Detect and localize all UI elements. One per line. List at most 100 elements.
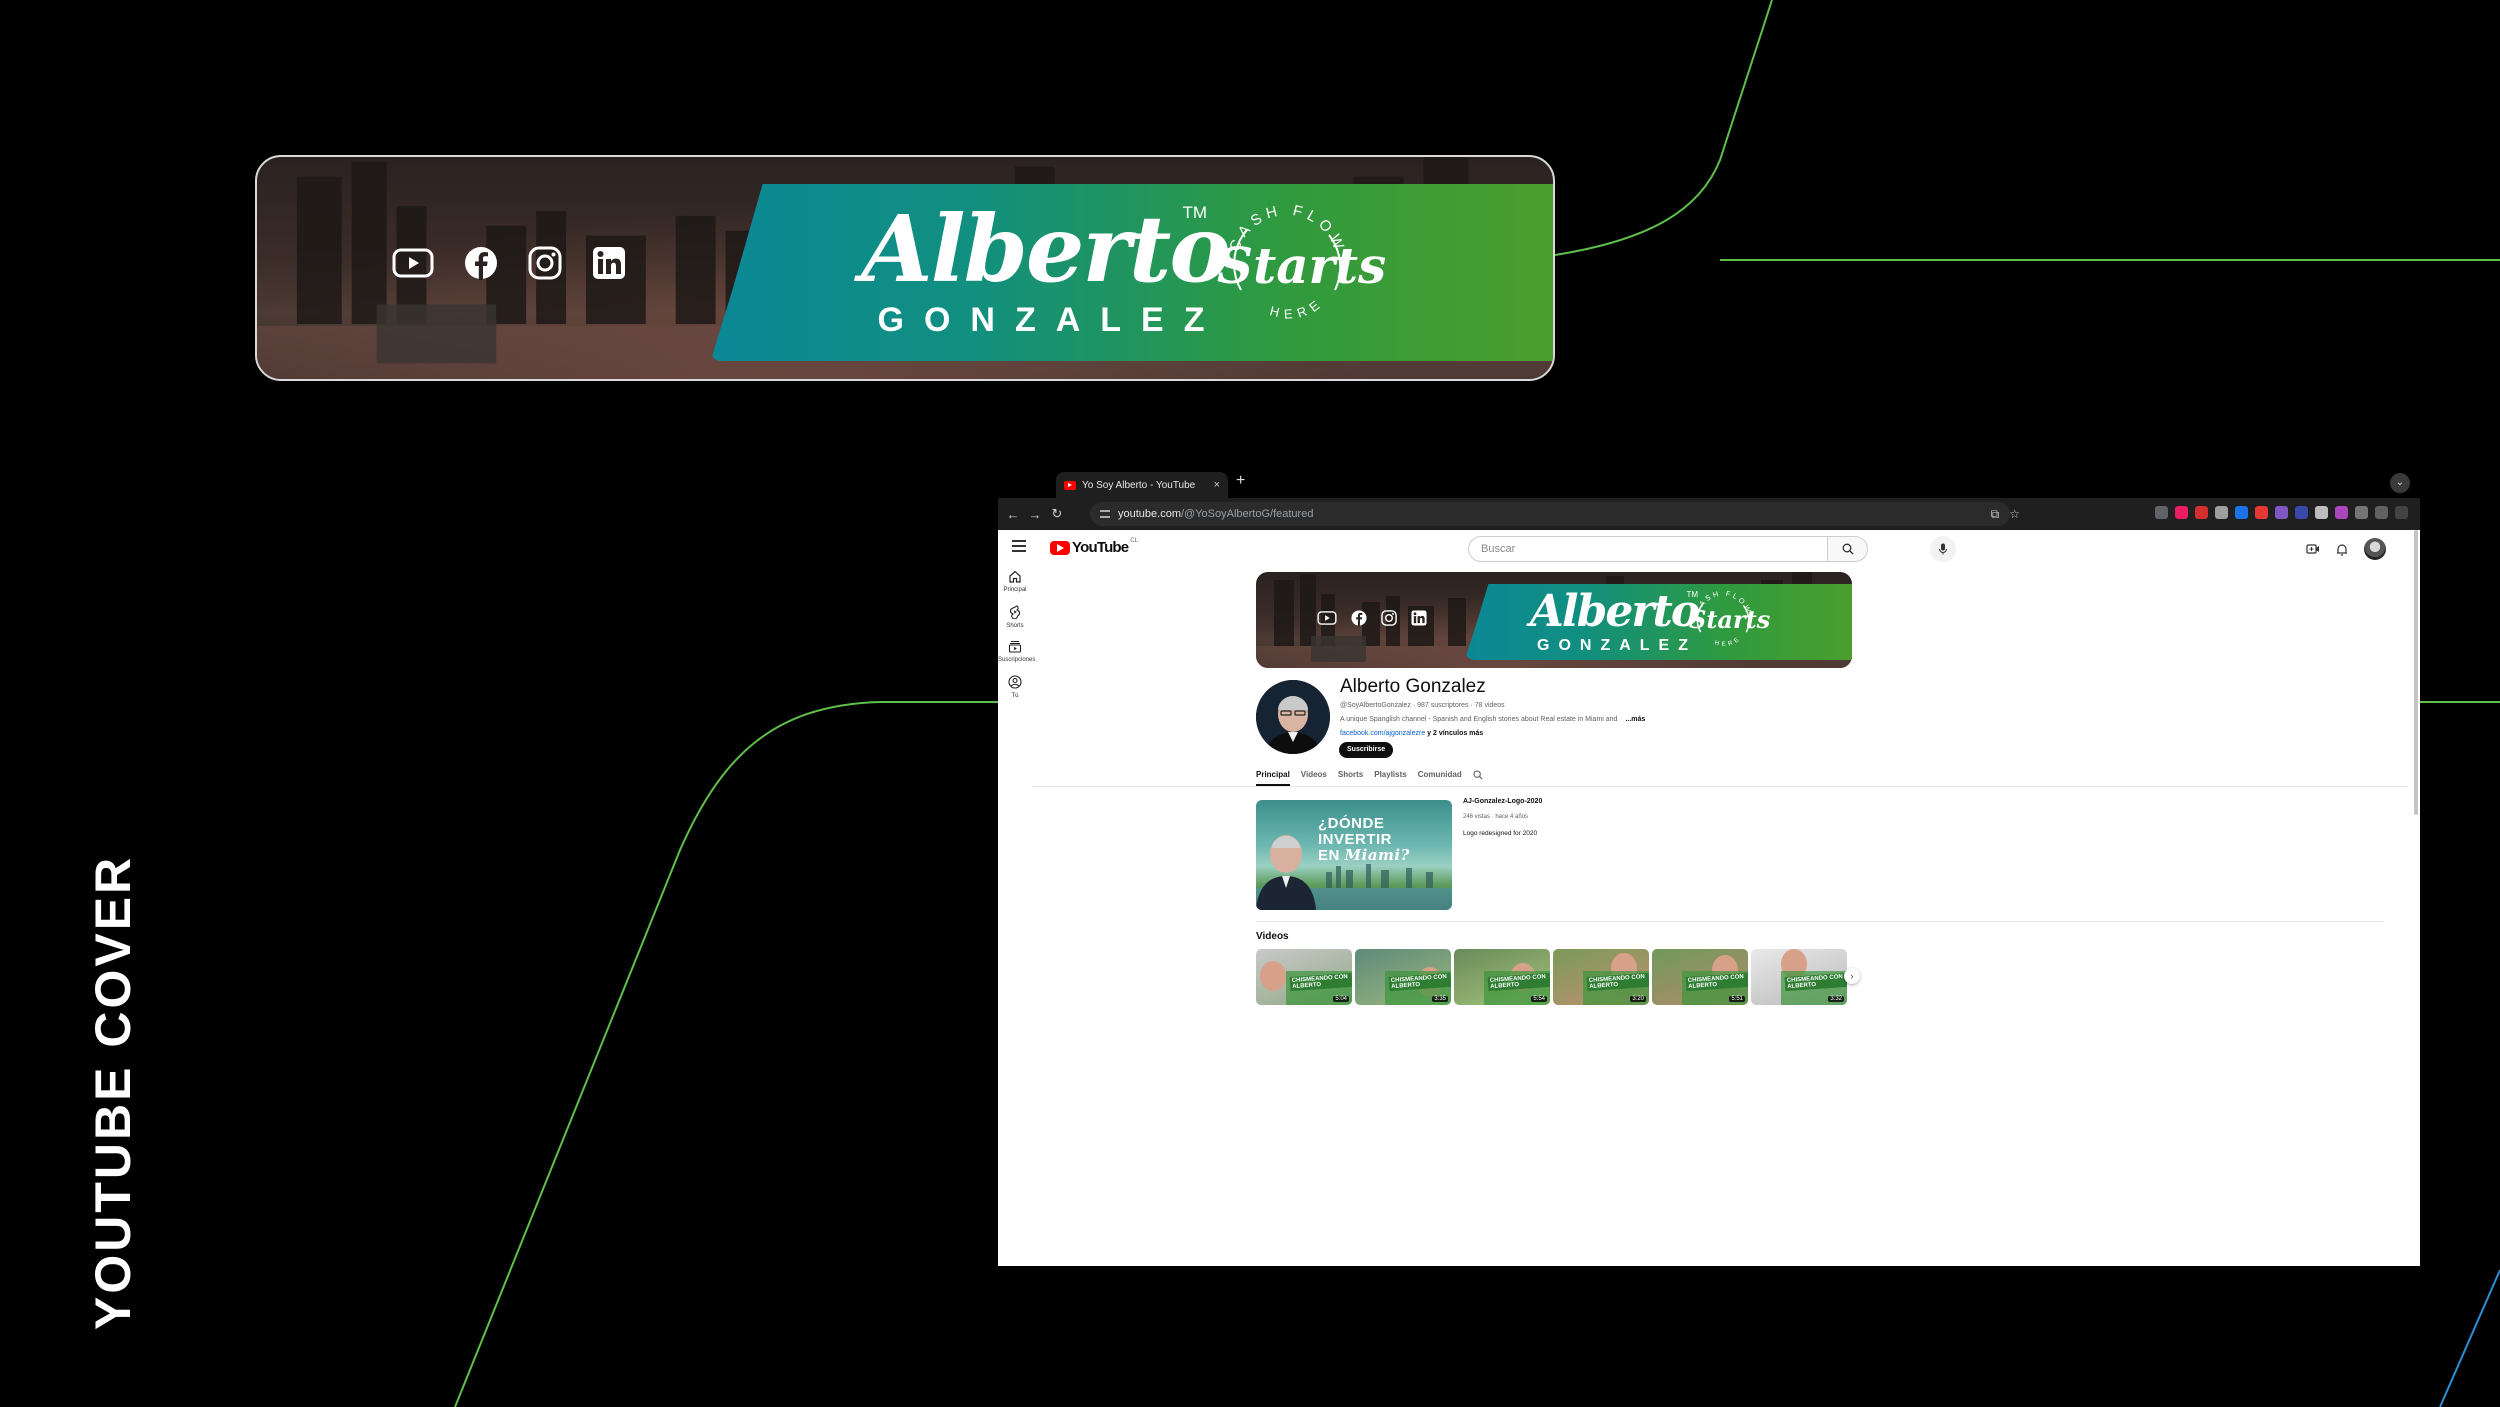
search-icon [1842, 543, 1853, 555]
browser-menu-icon[interactable] [2395, 506, 2408, 519]
address-bar[interactable]: youtube.com/@YoSoyAlbertoG/featured [1090, 502, 2010, 526]
featured-video-title[interactable]: AJ-Gonzalez-Logo-2020 [1463, 798, 1542, 805]
youtube-cover-banner: Alberto TM GONZALEZ CASH FLOW HERE Start… [255, 155, 1555, 381]
channel-avatar[interactable] [1256, 680, 1330, 754]
tab-playlists[interactable]: Playlists [1374, 770, 1406, 786]
extension-icon[interactable] [2155, 506, 2168, 519]
close-tab-icon[interactable]: × [1214, 479, 1220, 491]
facebook-link[interactable]: facebook.com/ajgonzalezre [1340, 730, 1425, 737]
channel-description[interactable]: A unique Spanglish channel - Spanish and… [1340, 716, 1645, 723]
menu-icon[interactable] [1012, 540, 1026, 552]
video-duration: 5:54 [1531, 996, 1547, 1002]
youtube-logo[interactable]: YouTube CL [1050, 537, 1139, 556]
extension-icon[interactable] [2175, 506, 2188, 519]
search-button[interactable] [1828, 536, 1868, 562]
address-actions: ⧉ ☆ [1991, 507, 2020, 522]
youtube-icon [392, 248, 434, 278]
channel-banner: Alberto TM GONZALEZ CASH FLOW HERE Start… [1256, 572, 1852, 668]
tab-principal[interactable]: Principal [1256, 770, 1290, 786]
featured-video-meta: 246 vistas · hace 4 años [1463, 814, 1529, 820]
section-divider [1256, 921, 2384, 922]
country-code: CL [1130, 537, 1139, 544]
youtube-favicon-icon [1064, 480, 1076, 490]
channel-search-icon[interactable] [1473, 770, 1483, 780]
featured-video-description: Logo redesigned for 2020 [1463, 830, 1538, 837]
extension-icon[interactable] [2295, 506, 2308, 519]
microphone-icon [1939, 543, 1947, 555]
video-thumbnail[interactable]: CHISMEANDO CON ALBERTO 3:35 [1355, 949, 1451, 1005]
tab-title: Yo Soy Alberto - YouTube [1082, 479, 1196, 491]
more-links-text[interactable]: y 2 vínculos más [1425, 730, 1483, 737]
tab-strip: Yo Soy Alberto - YouTube × + ⌄ [998, 468, 2420, 498]
profile-icon[interactable] [2375, 506, 2388, 519]
extension-icon[interactable] [2215, 506, 2228, 519]
youtube-play-icon [1050, 540, 1070, 555]
guide-item-shorts[interactable]: Shorts [998, 605, 1032, 629]
voice-search-button[interactable] [1930, 536, 1956, 562]
video-thumbnail[interactable]: CHISMEANDO CON ALBERTO 3:20 [1553, 949, 1649, 1005]
featured-video-thumbnail[interactable]: ¿DÓNDE INVERTIR EN Miami? [1256, 800, 1452, 910]
subscribe-button[interactable]: Suscribirse [1339, 742, 1394, 758]
extensions-puzzle-icon[interactable] [2355, 506, 2368, 519]
svg-text:HERE: HERE [1714, 635, 1743, 648]
extension-icon[interactable] [2195, 506, 2208, 519]
guide-label: Tú [1011, 693, 1019, 699]
brand-logo: Alberto TM GONZALEZ [845, 203, 1245, 337]
guide-item-tu[interactable]: Tú [998, 675, 1032, 699]
extension-icon[interactable] [2315, 506, 2328, 519]
bookmark-star-icon[interactable]: ☆ [2009, 507, 2020, 522]
channel-name: Alberto Gonzalez [1340, 676, 1486, 697]
brand-last-name: GONZALEZ [877, 301, 1225, 339]
page-scrollbar[interactable] [2414, 530, 2418, 815]
forward-icon[interactable]: → [1024, 507, 1046, 522]
linkedin-icon[interactable] [1411, 610, 1427, 626]
videos-section-title[interactable]: Videos [1256, 931, 1289, 942]
thumbnail-face [1260, 961, 1286, 991]
shelf-next-button[interactable]: › [1844, 968, 1860, 984]
more-link[interactable]: ...más [1625, 716, 1645, 723]
seal-starts-text: Starts [1689, 605, 1771, 634]
social-icons [1317, 610, 1427, 626]
back-icon[interactable]: ← [1002, 507, 1024, 522]
tabs-divider [1032, 786, 2408, 787]
extension-icon[interactable] [2255, 506, 2268, 519]
install-icon[interactable]: ⧉ [1991, 507, 2000, 522]
seal-starts-text: Starts [1217, 236, 1387, 295]
tab-search-icon[interactable]: ⌄ [2390, 473, 2410, 493]
youtube-icon[interactable] [1317, 611, 1337, 625]
guide-item-suscripciones[interactable]: Suscripciones [998, 640, 1036, 663]
account-avatar[interactable] [2364, 538, 2386, 560]
cash-flow-seal: CASH FLOW HERE Starts [1689, 586, 1771, 654]
video-duration: 3:32 [1828, 996, 1844, 1002]
new-tab-button[interactable]: + [1236, 472, 1245, 490]
avatar-portrait [1256, 680, 1330, 754]
extensions-bar [2155, 506, 2408, 519]
site-info-icon[interactable] [1100, 510, 1110, 518]
facebook-icon[interactable] [1351, 610, 1367, 626]
youtube-masthead: YouTube CL Buscar [998, 530, 2420, 562]
shorts-icon [1009, 605, 1021, 619]
browser-tab[interactable]: Yo Soy Alberto - YouTube × [1056, 472, 1228, 498]
browser-toolbar: ← → ↻ youtube.com/@YoSoyAlbertoG/feature… [998, 498, 2420, 530]
brand-logo: Alberto TM GONZALEZ [1514, 590, 1714, 654]
video-thumbnail[interactable]: CHISMEANDO CON ALBERTO 5:51 [1652, 949, 1748, 1005]
tab-videos[interactable]: Videos [1301, 770, 1327, 786]
tab-shorts[interactable]: Shorts [1338, 770, 1363, 786]
guide-item-principal[interactable]: Principal [998, 570, 1032, 593]
video-thumbnail[interactable]: CHISMEANDO CON ALBERTO 5:54 [1454, 949, 1550, 1005]
extension-icon[interactable] [2235, 506, 2248, 519]
extension-icon[interactable] [2275, 506, 2288, 519]
instagram-icon[interactable] [1381, 610, 1397, 626]
search-input[interactable]: Buscar [1468, 536, 1828, 562]
channel-description-text: A unique Spanglish channel - Spanish and… [1340, 716, 1618, 723]
guide-label: Suscripciones [998, 657, 1036, 663]
youtube-wordmark: YouTube [1072, 539, 1129, 556]
create-video-icon[interactable] [2306, 543, 2320, 555]
video-thumbnail[interactable]: CHISMEANDO CON ALBERTO 3:32 [1751, 949, 1847, 1005]
extension-icon[interactable] [2335, 506, 2348, 519]
video-duration: 3:35 [1432, 996, 1448, 1002]
notifications-bell-icon[interactable] [2336, 543, 2348, 556]
reload-icon[interactable]: ↻ [1046, 506, 1068, 522]
tab-comunidad[interactable]: Comunidad [1418, 770, 1462, 786]
video-thumbnail[interactable]: CHISMEANDO CON ALBERTO 5:04 [1256, 949, 1352, 1005]
